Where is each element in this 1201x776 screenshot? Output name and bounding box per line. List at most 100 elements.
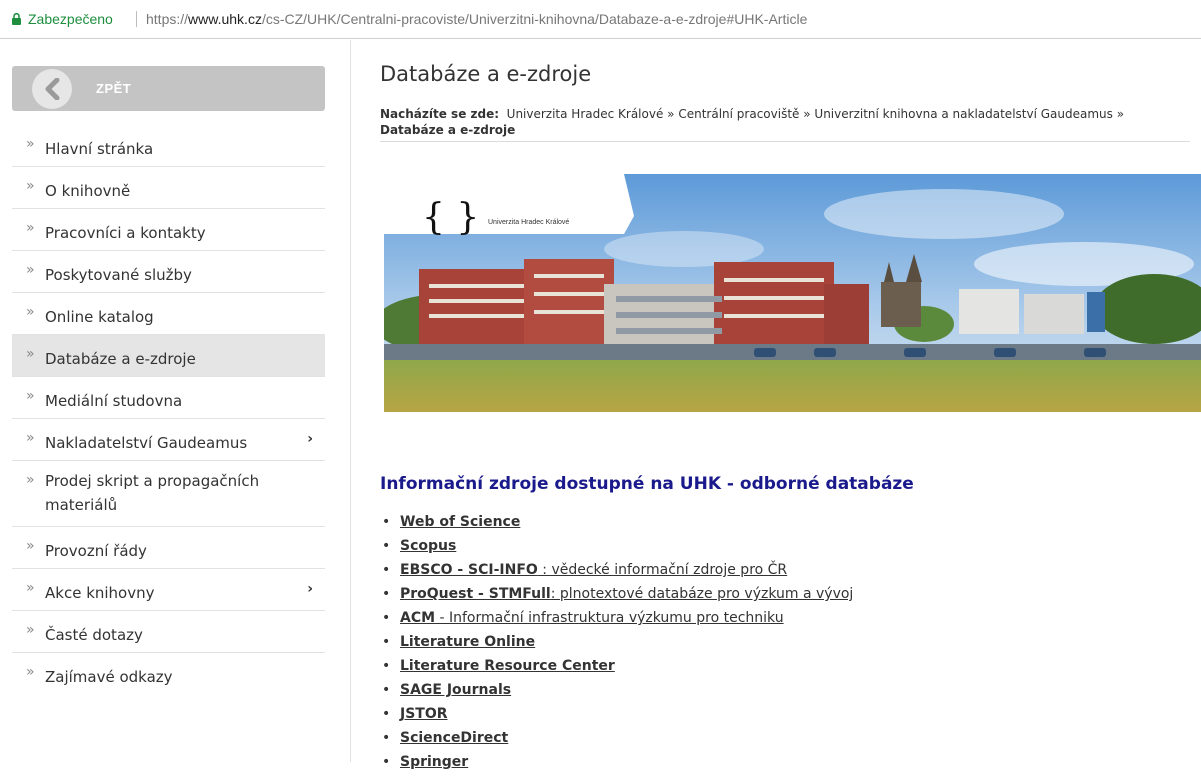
list-item: ScienceDirect <box>380 728 853 752</box>
address-separator <box>136 11 137 27</box>
database-link[interactable]: ACM - Informační infrastruktura výzkumu … <box>400 610 784 626</box>
sidebar-item-label: Hlavní stránka <box>45 140 154 158</box>
list-item: Scopus <box>380 536 853 560</box>
list-item: Web of Science <box>380 512 853 536</box>
database-desc: : plnotextové databáze pro výzkum a vývo… <box>550 586 854 602</box>
breadcrumb-separator: » <box>803 107 811 121</box>
sidebar-item-pracovnici[interactable]: » Pracovníci a kontakty <box>12 209 325 251</box>
list-item: EBSCO - SCI-INFO : vědecké informační zd… <box>380 560 853 584</box>
database-link[interactable]: Scopus <box>400 538 456 554</box>
sidebar-item-label: Prodej skript a propagačních materiálů <box>45 472 260 514</box>
sidebar-item-label: Online katalog <box>45 308 154 326</box>
database-name: Literature Online <box>400 634 536 650</box>
list-item: ACM - Informační infrastruktura výzkumu … <box>380 608 853 632</box>
breadcrumb-current: Databáze a e-zdroje <box>380 123 516 137</box>
page-title: Databáze a e-zdroje <box>380 62 592 86</box>
double-chevron-icon: » <box>26 472 35 488</box>
chevron-right-icon[interactable]: › <box>307 581 313 597</box>
list-item: JSTOR <box>380 704 853 728</box>
url-host: www.uhk.cz <box>188 11 262 27</box>
double-chevron-icon: » <box>26 622 35 638</box>
database-name: Springer <box>400 754 469 770</box>
breadcrumb-link[interactable]: Centrální pracoviště <box>678 107 799 121</box>
list-item: SAGE Journals <box>380 680 853 704</box>
lock-icon <box>12 13 21 25</box>
chevron-right-icon[interactable]: › <box>307 431 313 447</box>
database-link[interactable]: EBSCO - SCI-INFO : vědecké informační zd… <box>400 562 787 578</box>
section-heading: Informační zdroje dostupné na UHK - odbo… <box>380 474 914 494</box>
database-name: EBSCO - SCI-INFO <box>400 562 538 578</box>
column-divider <box>350 40 351 762</box>
database-link[interactable]: Springer <box>400 754 468 770</box>
sidebar-item-prodej[interactable]: » Prodej skript a propagačních materiálů <box>12 461 325 527</box>
list-item: ProQuest - STMFull: plnotextové databáze… <box>380 584 853 608</box>
database-desc: : vědecké informační zdroje pro ČR <box>537 562 788 578</box>
campus-photo: { } Univerzita Hradec Králové <box>384 174 1201 412</box>
database-link[interactable]: JSTOR <box>400 706 448 722</box>
double-chevron-icon: » <box>26 538 35 554</box>
sidebar-item-label: Zajímavé odkazy <box>45 668 173 686</box>
sidebar-item-o-knihovne[interactable]: » O knihovně <box>12 167 325 209</box>
logo-braces-icon: { } <box>422 197 479 238</box>
breadcrumb-separator: » <box>1116 107 1125 121</box>
sidebar-item-label: Nakladatelství Gaudeamus <box>45 434 248 452</box>
breadcrumb-link[interactable]: Univerzitní knihovna a nakladatelství Ga… <box>814 107 1112 121</box>
database-link[interactable]: Literature Resource Center <box>400 658 615 674</box>
back-circle <box>32 69 72 109</box>
database-name: ACM <box>400 610 436 626</box>
double-chevron-icon: » <box>26 220 35 236</box>
address-bar[interactable]: Zabezpečeno https://www.uhk.cz/cs-CZ/UHK… <box>0 0 1201 39</box>
database-name: ScienceDirect <box>400 730 509 746</box>
chevron-left-icon <box>45 78 60 100</box>
breadcrumb-separator: » <box>667 107 675 121</box>
sidebar-item-katalog[interactable]: » Online katalog <box>12 293 325 335</box>
sidebar-item-odkazy[interactable]: » Zajímavé odkazy <box>12 653 325 694</box>
database-link[interactable]: Literature Online <box>400 634 535 650</box>
double-chevron-icon: » <box>26 430 35 446</box>
list-item: Literature Online <box>380 632 853 656</box>
sidebar-item-dotazy[interactable]: » Časté dotazy <box>12 611 325 653</box>
sidebar-menu: » Hlavní stránka » O knihovně » Pracovníci … <box>12 125 325 694</box>
database-list: Web of Science Scopus EBSCO - SCI-INFO :… <box>380 512 853 776</box>
list-item: Springer <box>380 752 853 776</box>
sidebar-item-label: Časté dotazy <box>45 626 143 644</box>
database-link[interactable]: Web of Science <box>400 514 520 530</box>
sidebar-item-label: Provozní řády <box>45 542 147 560</box>
breadcrumb-link[interactable]: Univerzita Hradec Králové <box>507 107 664 121</box>
database-name: SAGE Journals <box>400 682 512 698</box>
double-chevron-icon: » <box>26 178 35 194</box>
url-path: /cs-CZ/UHK/Centralni-pracoviste/Univerzi… <box>261 11 808 27</box>
sidebar-item-hlavni-stranka[interactable]: » Hlavní stránka <box>12 125 325 167</box>
url-text[interactable]: https://www.uhk.cz/cs-CZ/UHK/Centralni-p… <box>146 0 807 38</box>
double-chevron-icon: » <box>26 136 35 152</box>
database-desc: - Informační infrastruktura výzkumu pro … <box>435 610 784 626</box>
database-name: ProQuest - STMFull <box>400 586 551 602</box>
sidebar-item-gaudeamus[interactable]: » Nakladatelství Gaudeamus › <box>12 419 325 461</box>
sidebar-item-rady[interactable]: » Provozní řády <box>12 527 325 569</box>
double-chevron-icon: » <box>26 262 35 278</box>
sidebar-item-studovna[interactable]: » Mediální studovna <box>12 377 325 419</box>
sidebar-item-label: Mediální studovna <box>45 392 183 410</box>
back-button[interactable]: ZPĚT <box>12 66 325 111</box>
double-chevron-icon: » <box>26 346 35 362</box>
database-name: Scopus <box>400 538 457 554</box>
database-link[interactable]: ProQuest - STMFull: plnotextové databáze… <box>400 586 853 602</box>
list-item: Literature Resource Center <box>380 656 853 680</box>
sidebar: ZPĚT » Hlavní stránka » O knihovně » Pracov… <box>12 66 325 694</box>
sidebar-item-databaze[interactable]: » Databáze a e-zdroje <box>12 335 325 377</box>
sidebar-item-akce[interactable]: » Akce knihovny › <box>12 569 325 611</box>
sidebar-item-sluzby[interactable]: » Poskytované služby <box>12 251 325 293</box>
double-chevron-icon: » <box>26 388 35 404</box>
sidebar-item-label: Databáze a e-zdroje <box>45 350 196 368</box>
breadcrumb: Nacházíte se zde: Univerzita Hradec Král… <box>380 106 1190 142</box>
database-link[interactable]: ScienceDirect <box>400 730 508 746</box>
campus-banner: { } Univerzita Hradec Králové <box>384 174 1201 412</box>
back-label: ZPĚT <box>96 81 132 96</box>
database-name: Web of Science <box>400 514 521 530</box>
double-chevron-icon: » <box>26 304 35 320</box>
sidebar-item-label: Poskytované služby <box>45 266 192 284</box>
database-name: Literature Resource Center <box>400 658 615 674</box>
sidebar-item-label: Pracovníci a kontakty <box>45 224 206 242</box>
double-chevron-icon: » <box>26 580 35 596</box>
database-link[interactable]: SAGE Journals <box>400 682 511 698</box>
